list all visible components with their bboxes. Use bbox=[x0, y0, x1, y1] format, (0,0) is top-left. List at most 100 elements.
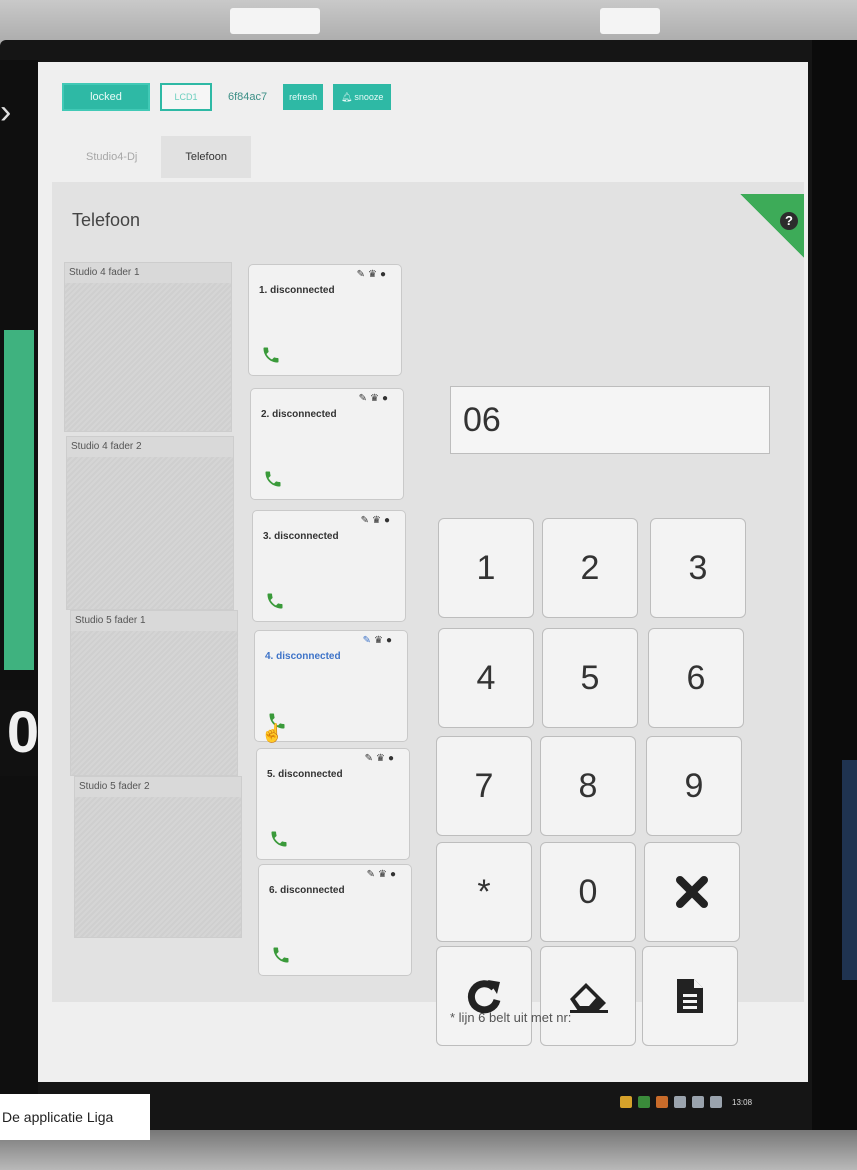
circle-icon[interactable]: ● bbox=[390, 869, 399, 880]
phone-line-3[interactable]: ✎♛● 3. disconnected bbox=[252, 510, 406, 622]
close-icon bbox=[676, 876, 708, 908]
trophy-icon[interactable]: ♛ bbox=[370, 393, 382, 404]
help-corner[interactable]: ? bbox=[740, 194, 804, 258]
key-2[interactable]: 2 bbox=[542, 518, 638, 618]
hand-cursor-icon: ☝ bbox=[261, 723, 284, 743]
line-status: 1. disconnected bbox=[259, 285, 335, 296]
eraser-icon bbox=[570, 983, 608, 1013]
key-0[interactable]: 0 bbox=[540, 842, 636, 942]
panel-title: Telefoon bbox=[72, 210, 141, 230]
adjacent-screen-right bbox=[812, 40, 857, 1170]
tab-studio4-dj[interactable]: Studio4-Dj bbox=[62, 136, 161, 178]
tray-icon[interactable] bbox=[620, 1096, 632, 1108]
fader-area bbox=[65, 283, 231, 431]
pencil-icon[interactable]: ✎ bbox=[359, 393, 370, 404]
pencil-icon[interactable]: ✎ bbox=[361, 515, 372, 526]
line-status: 5. disconnected bbox=[267, 769, 343, 780]
fader-label: Studio 4 fader 1 bbox=[65, 263, 231, 283]
tray-icon[interactable] bbox=[674, 1096, 686, 1108]
photo-caption: De applicatie Liga bbox=[0, 1094, 150, 1140]
key-5[interactable]: 5 bbox=[542, 628, 638, 728]
fader-studio4-2[interactable]: Studio 4 fader 2 bbox=[66, 436, 234, 610]
refresh-button[interactable]: refresh bbox=[283, 84, 324, 110]
line-status: 3. disconnected bbox=[263, 531, 339, 542]
adjacent-green-panel bbox=[4, 330, 34, 670]
clock: 13:08 bbox=[732, 1097, 753, 1107]
fader-label: Studio 5 fader 2 bbox=[75, 777, 241, 797]
telefoon-panel: Telefoon ? Studio 4 fader 1 Studio 4 fad… bbox=[52, 182, 804, 1046]
network-icon[interactable] bbox=[692, 1096, 704, 1108]
trophy-icon[interactable]: ♛ bbox=[368, 269, 380, 280]
fader-studio5-1[interactable]: Studio 5 fader 1 bbox=[70, 610, 238, 776]
line-status: 6. disconnected bbox=[269, 885, 345, 896]
phone-line-2[interactable]: ✎♛● 2. disconnected bbox=[250, 388, 404, 500]
toolbar: locked LCD1 6f84ac7 refresh 🔔︎ snooze bbox=[62, 82, 392, 112]
phonebook-button[interactable] bbox=[642, 946, 738, 1046]
phone-icon[interactable] bbox=[265, 591, 285, 611]
system-tray: 13:08 bbox=[620, 1090, 810, 1114]
phone-line-6[interactable]: ✎♛● 6. disconnected bbox=[258, 864, 412, 976]
phone-line-4[interactable]: ✎♛● 4. disconnected ☝ bbox=[254, 630, 408, 743]
tab-telefoon[interactable]: Telefoon bbox=[161, 136, 251, 178]
key-4[interactable]: 4 bbox=[438, 628, 534, 728]
key-3[interactable]: 3 bbox=[650, 518, 746, 618]
key-star[interactable]: * bbox=[436, 842, 532, 942]
key-1[interactable]: 1 bbox=[438, 518, 534, 618]
key-7[interactable]: 7 bbox=[436, 736, 532, 836]
pencil-icon[interactable]: ✎ bbox=[365, 753, 376, 764]
line-actions: ✎♛● bbox=[361, 515, 393, 526]
phone-line-1[interactable]: ✎♛● 1. disconnected bbox=[248, 264, 402, 376]
key-9[interactable]: 9 bbox=[646, 736, 742, 836]
redial-button[interactable] bbox=[436, 946, 532, 1046]
chevron-right-icon: › bbox=[0, 93, 12, 131]
ceiling-light bbox=[600, 8, 660, 34]
number-display[interactable]: 06 bbox=[450, 386, 770, 454]
ceiling-light bbox=[230, 8, 320, 34]
circle-icon[interactable]: ● bbox=[388, 753, 397, 764]
volume-icon[interactable] bbox=[710, 1096, 722, 1108]
locked-button[interactable]: locked bbox=[62, 83, 150, 111]
help-icon[interactable]: ? bbox=[780, 212, 798, 230]
fader-area bbox=[67, 457, 233, 609]
pencil-icon[interactable]: ✎ bbox=[363, 635, 374, 646]
tray-icon[interactable] bbox=[638, 1096, 650, 1108]
trophy-icon[interactable]: ♛ bbox=[372, 515, 384, 526]
phone-line-5[interactable]: ✎♛● 5. disconnected bbox=[256, 748, 410, 860]
trophy-icon[interactable]: ♛ bbox=[374, 635, 386, 646]
line-status: 4. disconnected bbox=[265, 651, 341, 662]
line-actions: ✎♛● bbox=[357, 269, 389, 280]
fader-area bbox=[75, 797, 241, 937]
line-actions: ✎♛● bbox=[365, 753, 397, 764]
line-status: 2. disconnected bbox=[261, 409, 337, 420]
line6-note: * lijn 6 belt uit met nr: bbox=[450, 1010, 572, 1025]
circle-icon[interactable]: ● bbox=[384, 515, 393, 526]
pencil-icon[interactable]: ✎ bbox=[357, 269, 368, 280]
fader-area bbox=[71, 631, 237, 775]
trophy-icon[interactable]: ♛ bbox=[376, 753, 388, 764]
session-id: 6f84ac7 bbox=[228, 91, 268, 103]
app-screen: locked LCD1 6f84ac7 refresh 🔔︎ snooze St… bbox=[38, 62, 808, 1082]
pencil-icon[interactable]: ✎ bbox=[367, 869, 378, 880]
phone-icon[interactable] bbox=[261, 345, 281, 365]
phone-icon[interactable] bbox=[271, 945, 291, 965]
fader-studio4-1[interactable]: Studio 4 fader 1 bbox=[64, 262, 232, 432]
key-8[interactable]: 8 bbox=[540, 736, 636, 836]
key-6[interactable]: 6 bbox=[648, 628, 744, 728]
snooze-label: snooze bbox=[354, 92, 384, 102]
clear-button[interactable] bbox=[644, 842, 740, 942]
lcd-button[interactable]: LCD1 bbox=[160, 83, 212, 111]
circle-icon[interactable]: ● bbox=[382, 393, 391, 404]
phone-icon[interactable] bbox=[269, 829, 289, 849]
circle-icon[interactable]: ● bbox=[386, 635, 395, 646]
snooze-button[interactable]: 🔔︎ snooze bbox=[333, 84, 392, 110]
adjacent-screen-strip bbox=[842, 760, 857, 980]
backspace-button[interactable] bbox=[540, 946, 636, 1046]
document-icon bbox=[677, 979, 703, 1013]
phone-icon[interactable] bbox=[263, 469, 283, 489]
trophy-icon[interactable]: ♛ bbox=[378, 869, 390, 880]
bell-icon: 🔔︎ bbox=[340, 91, 353, 102]
tray-icon[interactable] bbox=[656, 1096, 668, 1108]
fader-studio5-2[interactable]: Studio 5 fader 2 bbox=[74, 776, 242, 938]
fader-label: Studio 4 fader 2 bbox=[67, 437, 233, 457]
circle-icon[interactable]: ● bbox=[380, 269, 389, 280]
